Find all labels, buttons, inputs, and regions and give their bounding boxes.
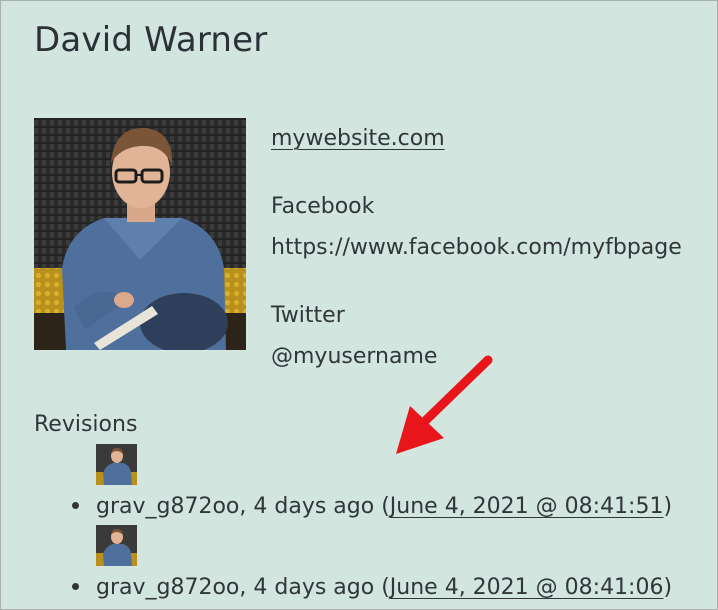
revision-item: grav_g872oo, 4 days ago (June 4, 2021 @ … — [72, 494, 672, 519]
revision-relative-time: 4 days ago — [253, 575, 375, 600]
revision-avatar — [96, 444, 137, 485]
revision-paren-close: ) — [663, 494, 673, 519]
facebook-label: Facebook — [271, 194, 375, 219]
red-arrow-icon — [396, 355, 493, 454]
revision-author: grav_g872oo — [96, 575, 240, 600]
revision-separator: , — [239, 575, 254, 600]
revision-date-link[interactable]: June 4, 2021 @ 08:41:06 — [390, 575, 664, 600]
bullet-icon — [72, 501, 79, 509]
twitter-label: Twitter — [271, 303, 345, 328]
website-link[interactable]: mywebsite.com — [271, 126, 445, 151]
revision-separator: , — [239, 494, 254, 519]
revision-author: grav_g872oo — [96, 494, 240, 519]
revision-avatar — [96, 525, 137, 566]
revisions-heading: Revisions — [34, 412, 138, 437]
revision-paren-close: ) — [663, 575, 673, 600]
author-photo — [34, 118, 246, 350]
revision-paren-open: ( — [374, 494, 390, 519]
revision-date-link[interactable]: June 4, 2021 @ 08:41:51 — [390, 494, 664, 519]
bullet-icon — [72, 582, 79, 590]
revision-relative-time: 4 days ago — [253, 494, 375, 519]
facebook-url: https://www.facebook.com/myfbpage — [271, 235, 682, 260]
author-name: David Warner — [34, 20, 268, 60]
revision-paren-open: ( — [374, 575, 390, 600]
revision-item: grav_g872oo, 4 days ago (June 4, 2021 @ … — [72, 575, 672, 600]
